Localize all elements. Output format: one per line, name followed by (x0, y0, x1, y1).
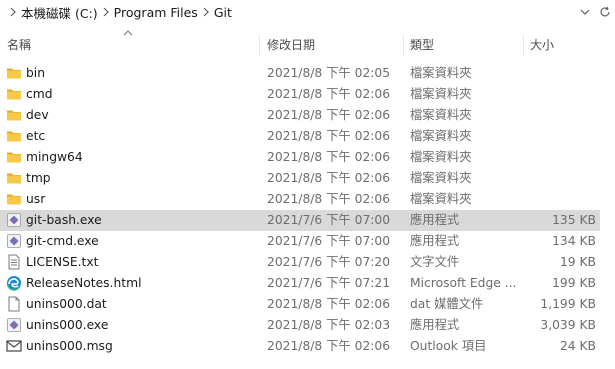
file-name: tmp (26, 171, 51, 185)
address-bar-controls (575, 0, 615, 24)
git-icon (6, 233, 22, 249)
breadcrumb-git[interactable]: Git (213, 5, 233, 20)
file-name: ReleaseNotes.html (26, 276, 142, 290)
file-type: Microsoft Edge ... (410, 276, 517, 290)
file-type: 檔案資料夾 (410, 66, 472, 80)
file-modified-date: 2021/7/6 下午 07:21 (267, 276, 391, 290)
sort-ascending-icon (122, 26, 134, 36)
file-row[interactable]: unins000.exe 2021/8/8 下午 02:03 應用程式 3,039 K… (0, 315, 600, 336)
file-modified-date: 2021/8/8 下午 02:06 (267, 297, 391, 311)
file-type: 檔案資料夾 (410, 129, 472, 143)
chevron-down-icon[interactable] (580, 8, 590, 16)
breadcrumb-drive[interactable]: 本機磁碟 (C:) (20, 3, 99, 22)
folder-icon (6, 86, 22, 102)
file-row[interactable]: tmp 2021/8/8 下午 02:06 檔案資料夾 (0, 168, 600, 189)
file-size: 19 KB (559, 255, 596, 269)
file-size: 24 KB (559, 339, 596, 353)
file-modified-date: 2021/8/8 下午 02:06 (267, 339, 391, 353)
file-name: git-bash.exe (26, 213, 102, 227)
chevron-right-icon[interactable] (6, 4, 20, 20)
address-bar[interactable]: 本機磁碟 (C:) Program Files Git (0, 0, 615, 24)
refresh-icon[interactable] (599, 6, 611, 18)
file-row[interactable]: LICENSE.txt 2021/7/6 下午 07:20 文字文件 19 KB (0, 252, 600, 273)
chevron-right-icon[interactable] (99, 4, 113, 20)
folder-icon (6, 149, 22, 165)
git-icon (6, 212, 22, 228)
mail-icon (6, 338, 22, 354)
folder-icon (6, 128, 22, 144)
file-name: dev (26, 108, 49, 122)
folder-icon (6, 107, 22, 123)
file-list: bin 2021/8/8 下午 02:05 檔案資料夾 cmd 2021/8/8 下午 … (0, 63, 615, 357)
column-header-date[interactable]: 修改日期 (267, 34, 315, 56)
file-explorer-window: 本機磁碟 (C:) Program Files Git 名稱 修改日期 類型 大… (0, 0, 615, 369)
file-name: etc (26, 129, 46, 143)
file-row[interactable]: git-cmd.exe 2021/7/6 下午 07:00 應用程式 134 KB (0, 231, 600, 252)
file-modified-date: 2021/8/8 下午 02:06 (267, 192, 391, 206)
file-type: 應用程式 (410, 318, 460, 332)
file-size: 3,039 KB (540, 318, 596, 332)
file-modified-date: 2021/8/8 下午 02:06 (267, 150, 391, 164)
chevron-right-icon[interactable] (199, 4, 213, 20)
file-name: cmd (26, 87, 53, 101)
column-header-type[interactable]: 類型 (410, 34, 434, 56)
text-file-icon (6, 254, 22, 270)
file-row[interactable]: unins000.dat 2021/8/8 下午 02:06 dat 媒體文件 1,1… (0, 294, 600, 315)
file-modified-date: 2021/8/8 下午 02:03 (267, 318, 391, 332)
file-type: 檔案資料夾 (410, 150, 472, 164)
file-type: 應用程式 (410, 234, 460, 248)
file-size: 135 KB (552, 213, 596, 227)
file-name: LICENSE.txt (26, 255, 99, 269)
file-name: mingw64 (26, 150, 83, 164)
file-name: unins000.dat (26, 297, 107, 311)
file-type: 檔案資料夾 (410, 87, 472, 101)
column-header-row: 名稱 修改日期 類型 大小 (0, 34, 615, 56)
file-modified-date: 2021/8/8 下午 02:06 (267, 129, 391, 143)
file-row[interactable]: unins000.msg 2021/8/8 下午 02:06 Outlook 項目 2… (0, 336, 600, 357)
file-modified-date: 2021/8/8 下午 02:06 (267, 87, 391, 101)
file-type: Outlook 項目 (410, 339, 487, 353)
file-type: dat 媒體文件 (410, 297, 484, 311)
file-name: usr (26, 192, 46, 206)
file-size: 199 KB (552, 276, 596, 290)
file-type: 檔案資料夾 (410, 171, 472, 185)
breadcrumb-program-files[interactable]: Program Files (113, 5, 199, 20)
file-row[interactable]: git-bash.exe 2021/7/6 下午 07:00 應用程式 135 KB (0, 210, 600, 231)
file-size: 134 KB (552, 234, 596, 248)
file-row[interactable]: mingw64 2021/8/8 下午 02:06 檔案資料夾 (0, 147, 600, 168)
file-type: 應用程式 (410, 213, 460, 227)
file-type: 檔案資料夾 (410, 108, 472, 122)
file-type: 檔案資料夾 (410, 192, 472, 206)
file-name: bin (26, 66, 46, 80)
file-name: git-cmd.exe (26, 234, 99, 248)
blank-file-icon (6, 296, 22, 312)
file-modified-date: 2021/8/8 下午 02:06 (267, 108, 391, 122)
file-row[interactable]: dev 2021/8/8 下午 02:06 檔案資料夾 (0, 105, 600, 126)
folder-icon (6, 65, 22, 81)
file-name: unins000.msg (26, 339, 113, 353)
column-divider[interactable] (523, 35, 524, 55)
file-name: unins000.exe (26, 318, 109, 332)
file-modified-date: 2021/7/6 下午 07:00 (267, 234, 391, 248)
file-row[interactable]: etc 2021/8/8 下午 02:06 檔案資料夾 (0, 126, 600, 147)
column-divider[interactable] (259, 35, 260, 55)
file-row[interactable]: ReleaseNotes.html 2021/7/6 下午 07:21 Micros… (0, 273, 600, 294)
column-divider[interactable] (403, 35, 404, 55)
column-header-name[interactable]: 名稱 (7, 34, 31, 56)
file-modified-date: 2021/8/8 下午 02:05 (267, 66, 391, 80)
file-size: 1,199 KB (540, 297, 596, 311)
git-icon (6, 317, 22, 333)
file-row[interactable]: bin 2021/8/8 下午 02:05 檔案資料夾 (0, 63, 600, 84)
file-type: 文字文件 (410, 255, 460, 269)
file-modified-date: 2021/7/6 下午 07:00 (267, 213, 391, 227)
column-header-size[interactable]: 大小 (530, 34, 554, 56)
file-modified-date: 2021/7/6 下午 07:20 (267, 255, 391, 269)
file-row[interactable]: usr 2021/8/8 下午 02:06 檔案資料夾 (0, 189, 600, 210)
edge-icon (6, 275, 22, 291)
folder-icon (6, 170, 22, 186)
file-modified-date: 2021/8/8 下午 02:06 (267, 171, 391, 185)
file-row[interactable]: cmd 2021/8/8 下午 02:06 檔案資料夾 (0, 84, 600, 105)
folder-icon (6, 191, 22, 207)
